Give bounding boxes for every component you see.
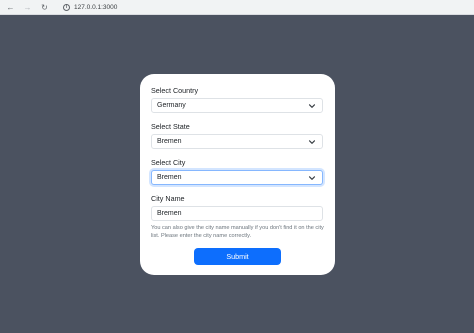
location-form-card: Select Country Germany Select State Brem… — [140, 74, 335, 275]
state-select[interactable]: Bremen — [151, 134, 323, 149]
state-label: Select State — [151, 122, 190, 131]
chevron-down-icon — [308, 140, 316, 144]
country-select[interactable]: Germany — [151, 98, 323, 113]
city-label: Select City — [151, 158, 186, 167]
city-name-input-value: Bremen — [157, 210, 182, 217]
city-name-input[interactable]: Bremen — [151, 206, 323, 221]
chevron-down-icon — [308, 104, 316, 108]
submit-button[interactable]: Submit — [194, 248, 281, 265]
forward-arrow-icon[interactable]: → — [23, 3, 32, 12]
country-select-value: Germany — [157, 102, 186, 109]
info-icon[interactable]: i — [63, 3, 70, 11]
city-name-label: City Name — [151, 194, 185, 203]
city-select-value: Bremen — [157, 174, 182, 181]
country-label: Select Country — [151, 86, 199, 95]
browser-toolbar: ← → ↻ i 127.0.0.1:3000 — [0, 0, 474, 15]
reload-icon[interactable]: ↻ — [40, 3, 49, 12]
url-text: 127.0.0.1:3000 — [74, 3, 118, 11]
address-bar[interactable]: i 127.0.0.1:3000 — [57, 1, 124, 13]
state-select-value: Bremen — [157, 138, 182, 145]
back-arrow-icon[interactable]: ← — [6, 3, 15, 12]
city-select[interactable]: Bremen — [151, 170, 323, 185]
city-help-text: You can also give the city name manually… — [151, 225, 324, 240]
chevron-down-icon — [308, 176, 316, 180]
